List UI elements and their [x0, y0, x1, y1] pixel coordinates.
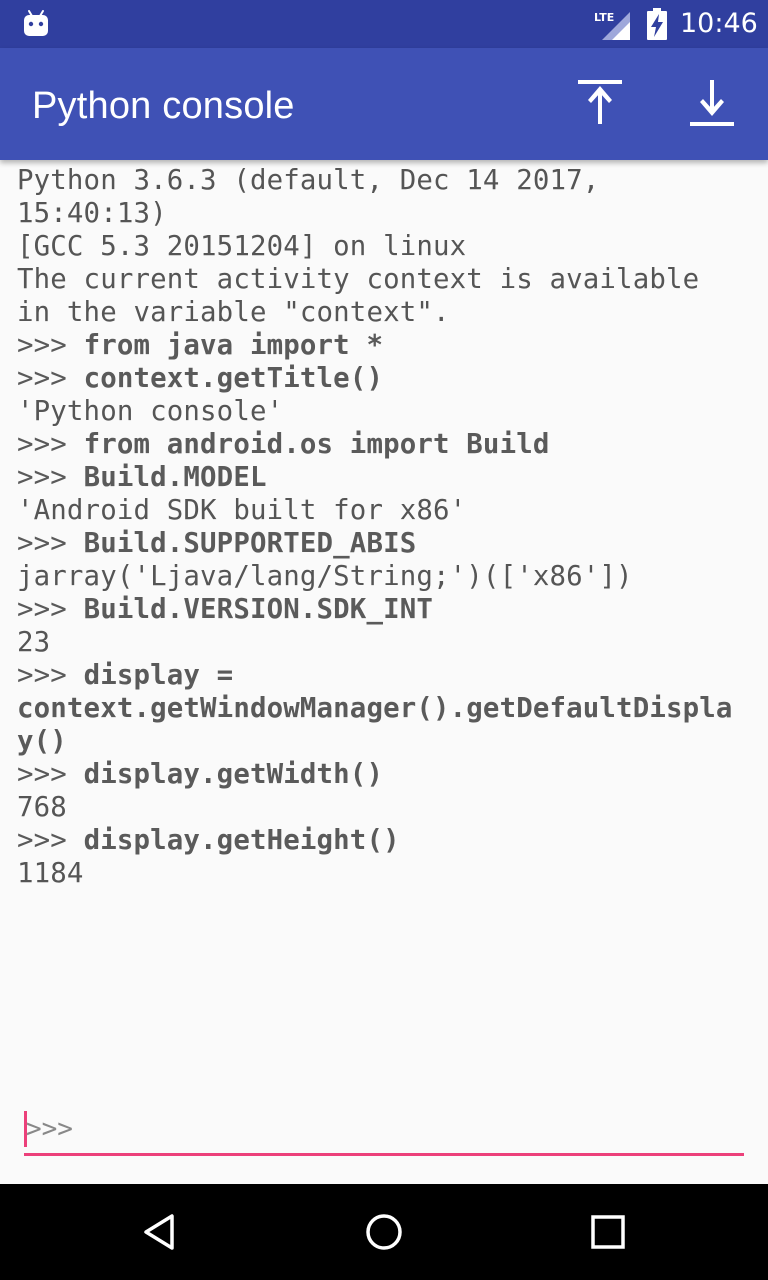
console-prompt: >>>: [17, 462, 84, 493]
console-result: 1184: [17, 858, 84, 889]
app-bar: Python console: [0, 48, 768, 160]
console-prompt: >>>: [17, 759, 84, 790]
console-command: from android.os import Build: [83, 429, 550, 460]
back-icon: [144, 1214, 174, 1250]
scroll-to-top-button[interactable]: [568, 72, 632, 136]
console-result: 768: [17, 792, 67, 823]
console-input-line: >>> context.getTitle(): [17, 362, 757, 395]
console-result: in the variable "context".: [17, 297, 450, 328]
console-output-line: Python 3.6.3 (default, Dec 14 2017,: [17, 164, 757, 197]
input-prompt: >>>: [26, 1114, 73, 1144]
console-result: Python 3.6.3 (default, Dec 14 2017,: [17, 165, 600, 196]
console-output-line: The current activity context is availabl…: [17, 263, 757, 296]
console-command: Build.MODEL: [83, 462, 267, 493]
console-command: display =: [83, 660, 234, 691]
console-prompt: >>>: [17, 825, 84, 856]
lte-signal-icon: LTE: [594, 11, 630, 40]
console-result: 23: [17, 627, 51, 658]
console-result: 'Android SDK built for x86': [17, 495, 467, 526]
console-output-line: [GCC 5.3 20151204] on linux: [17, 230, 757, 263]
status-bar: LTE 10:46: [0, 0, 768, 48]
console-input-row[interactable]: >>>: [24, 1108, 744, 1156]
console-output-line: in the variable "context".: [17, 296, 757, 329]
console-input-line: >>> display =: [17, 659, 757, 692]
console-input-line: context.getWindowManager().getDefaultDis…: [17, 692, 757, 725]
console-output: Python 3.6.3 (default, Dec 14 2017, 15:40…: [17, 164, 757, 890]
console-command: display.getHeight(): [83, 825, 400, 856]
console-input-line: >>> Build.MODEL: [17, 461, 757, 494]
console-prompt: >>>: [17, 330, 84, 361]
back-button[interactable]: [136, 1208, 184, 1256]
console-input-line: >>> display.getWidth(): [17, 758, 757, 791]
console-command: Build.SUPPORTED_ABIS: [83, 528, 417, 559]
console-output-line: 15:40:13): [17, 197, 757, 230]
console-output-line: jarray('Ljava/lang/String;')(['x86']): [17, 560, 757, 593]
console-prompt: >>>: [17, 660, 84, 691]
home-button[interactable]: [360, 1208, 408, 1256]
console-output-line: 23: [17, 626, 757, 659]
console-result: [GCC 5.3 20151204] on linux: [17, 231, 467, 262]
console-output-line: 1184: [17, 857, 757, 890]
svg-text:LTE: LTE: [594, 11, 614, 24]
status-time: 10:46: [680, 8, 758, 39]
recents-button[interactable]: [584, 1208, 632, 1256]
console-result: 15:40:13): [17, 198, 167, 229]
console-command: context.getTitle(): [83, 363, 384, 394]
scroll-to-top-icon: [578, 80, 622, 124]
console-command: display.getWidth(): [83, 759, 384, 790]
console-input-line: >>> from android.os import Build: [17, 428, 757, 461]
console-command: context.getWindowManager().getDefaultDis…: [17, 693, 733, 724]
console-input[interactable]: [94, 1108, 734, 1150]
console-command: Build.VERSION.SDK_INT: [83, 594, 434, 625]
android-notification-icon: [24, 10, 48, 36]
console-output-line: 'Python console': [17, 395, 757, 428]
console-result: 'Python console': [17, 396, 284, 427]
text-cursor: [24, 1111, 27, 1147]
console-command: from java import *: [83, 330, 384, 361]
console-input-line: >>> from java import *: [17, 329, 757, 362]
console-input-line: >>> Build.VERSION.SDK_INT: [17, 593, 757, 626]
console-command: y(): [17, 726, 67, 757]
page-title: Python console: [32, 85, 295, 127]
console-result: jarray('Ljava/lang/String;')(['x86']): [17, 561, 633, 592]
console-input-line: >>> display.getHeight(): [17, 824, 757, 857]
scroll-to-bottom-icon: [690, 80, 734, 126]
console-input-line: y(): [17, 725, 757, 758]
console-prompt: >>>: [17, 594, 84, 625]
console-prompt: >>>: [17, 363, 84, 394]
battery-charging-icon: [647, 8, 667, 40]
navigation-bar: [0, 1184, 768, 1280]
scroll-to-bottom-button[interactable]: [680, 72, 744, 136]
console-input-line: >>> Build.SUPPORTED_ABIS: [17, 527, 757, 560]
console-prompt: >>>: [17, 429, 84, 460]
console-output-line: 'Android SDK built for x86': [17, 494, 757, 527]
recents-icon: [591, 1215, 625, 1249]
console-output-line: 768: [17, 791, 757, 824]
console-prompt: >>>: [17, 528, 84, 559]
home-icon: [366, 1214, 402, 1250]
console-result: The current activity context is availabl…: [17, 264, 700, 295]
